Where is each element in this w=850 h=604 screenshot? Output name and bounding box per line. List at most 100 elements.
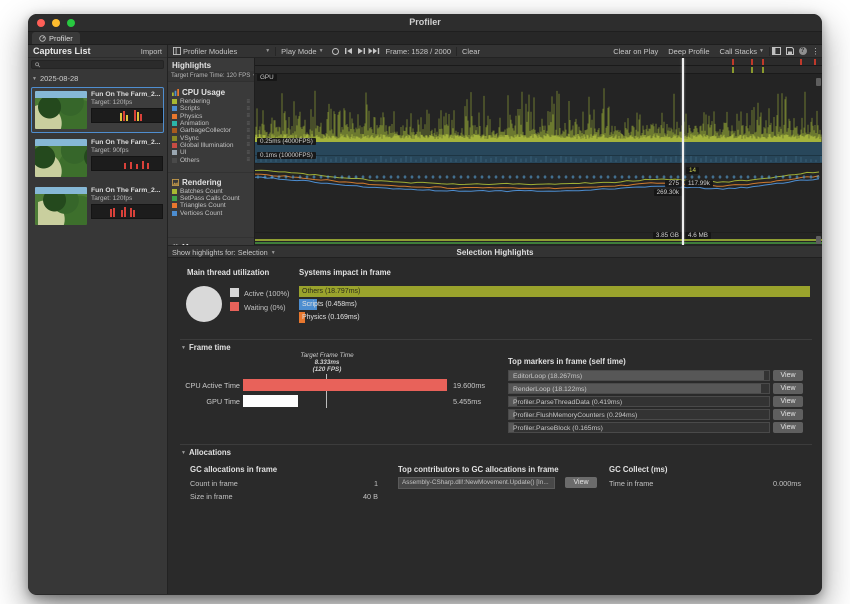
count-in-frame-label: Count in frame [190, 479, 238, 488]
legend-triangles-count[interactable]: Triangles Count [168, 202, 254, 209]
legend-animation[interactable]: Animation≡ [168, 120, 254, 127]
allocations-section-header[interactable]: ▼ Allocations [181, 448, 231, 457]
legend-physics[interactable]: Physics≡ [168, 113, 254, 120]
color-swatch [172, 99, 177, 104]
highlights-cpu-row[interactable]: CPU [255, 58, 822, 66]
drag-handle-icon[interactable]: ≡ [246, 121, 250, 127]
context-menu-button[interactable]: ⋮ [809, 45, 822, 57]
system-bar-scripts[interactable]: Scripts (0.458ms) [299, 299, 810, 310]
main-thread-title: Main thread utilization [187, 268, 269, 277]
legend-vertices-count[interactable]: Vertices Count [168, 210, 254, 217]
target-frame-time-dropdown[interactable]: Target Frame Time: 120 FPS ▼ [168, 71, 254, 82]
tab-profiler[interactable]: Profiler [32, 32, 80, 44]
color-swatch [172, 136, 177, 141]
drag-handle-icon[interactable]: ≡ [246, 99, 250, 105]
window-title: Profiler [28, 17, 822, 27]
drag-handle-icon[interactable]: ≡ [246, 128, 250, 134]
call-stacks-dropdown[interactable]: Call Stacks ▼ [715, 45, 769, 57]
marker-row-parseblock[interactable]: Profiler.ParseBlock (0.165ms) [508, 422, 770, 433]
play-mode-dropdown[interactable]: Play Mode ▼ [276, 45, 328, 57]
legend-rendering[interactable]: Rendering≡ [168, 98, 254, 105]
profiler-modules-dropdown[interactable]: Profiler Modules ▼ [168, 45, 275, 57]
view-button[interactable]: View [565, 477, 597, 488]
system-bar-others[interactable]: Others (18.797ms) [299, 286, 810, 297]
legend-others[interactable]: Others≡ [168, 156, 254, 163]
marker-row-parsethreaddata[interactable]: Profiler.ParseThreadData (0.419ms) [508, 396, 770, 407]
profiler-charts[interactable]: CPU GPU 0.25ms (4000FPS) 0.1ms (10000FPS… [255, 58, 822, 245]
capture-item-3[interactable]: Fun On The Farm_2... Target: 120fps [31, 183, 164, 229]
module-rendering[interactable]: Rendering [168, 175, 254, 188]
legend-ui[interactable]: UI≡ [168, 149, 254, 156]
module-highlights[interactable]: Highlights [168, 58, 254, 71]
search-icon [35, 62, 41, 68]
color-swatch [172, 211, 177, 216]
drag-handle-icon[interactable]: ≡ [246, 135, 250, 141]
help-button[interactable]: ? [796, 45, 809, 57]
systems-impact-title: Systems impact in frame [299, 268, 391, 277]
view-button[interactable]: View [773, 422, 803, 433]
active-swatch [230, 288, 239, 297]
time-in-frame-value: 0.000ms [711, 479, 801, 488]
last-frame-icon [368, 47, 380, 55]
view-button[interactable]: View [773, 383, 803, 394]
legend-vsync[interactable]: VSync≡ [168, 134, 254, 141]
marker-label: EditorLoop (18.267ms) [513, 373, 582, 380]
module-title: CPU Usage [182, 88, 225, 97]
view-button[interactable]: View [773, 396, 803, 407]
next-frame-button[interactable] [355, 45, 368, 57]
marker-row-editorloop[interactable]: EditorLoop (18.267ms) [508, 370, 770, 381]
cpu-usage-band [255, 142, 822, 163]
legend-global-illumination[interactable]: Global Illumination≡ [168, 142, 254, 149]
collapse-triangle-icon: ▼ [181, 450, 186, 456]
frame-time-section-header[interactable]: ▼ Frame time [181, 343, 231, 352]
drag-handle-icon[interactable]: ≡ [246, 142, 250, 148]
current-frame-button[interactable] [368, 45, 381, 57]
system-bar-physics[interactable]: Physics (0.169ms) [299, 312, 810, 323]
top-contributors-title: Top contributors to GC allocations in fr… [398, 465, 559, 474]
show-highlights-for-dropdown[interactable]: Show highlights for: Selection ▼ [172, 248, 276, 257]
import-button[interactable]: Import [141, 47, 162, 56]
legend-scripts[interactable]: Scripts≡ [168, 105, 254, 112]
legend-setpass-calls-count[interactable]: SetPass Calls Count [168, 195, 254, 202]
view-button[interactable]: View [773, 409, 803, 420]
view-button[interactable]: View [773, 370, 803, 381]
module-cpu-usage[interactable]: CPU Usage [168, 85, 254, 98]
marker-value-top: 14 [686, 167, 699, 174]
gpu-time-bar [243, 395, 298, 407]
contributor-item[interactable]: Assembly-CSharp.dll!:NewMovement.Update(… [398, 477, 555, 489]
legend-label: VSync [180, 135, 243, 142]
save-button[interactable] [783, 45, 796, 57]
drag-handle-icon[interactable]: ≡ [246, 113, 250, 119]
count-in-frame-value: 1 [288, 479, 378, 488]
deep-profile-toggle[interactable]: Deep Profile [663, 45, 714, 57]
capture-target: Target: 90fps [91, 147, 160, 154]
highlights-gpu-row[interactable]: GPU [255, 66, 822, 74]
drag-handle-icon[interactable]: ≡ [246, 106, 250, 112]
clear-button[interactable]: Clear [457, 45, 485, 57]
clear-on-play-toggle[interactable]: Clear on Play [608, 45, 663, 57]
legend-garbagecollector[interactable]: GarbageCollector≡ [168, 127, 254, 134]
frame-counter: Frame: 1528 / 2000 [381, 45, 456, 57]
section-title: Allocations [189, 448, 231, 457]
capture-item-1[interactable]: Fun On The Farm_2... Target: 120fps [31, 87, 164, 133]
drag-handle-icon[interactable]: ≡ [246, 150, 250, 156]
record-button[interactable] [329, 45, 342, 57]
band-ticks [255, 142, 822, 163]
memory-value-left: 3.85 GB [653, 232, 682, 239]
current-frame-marker[interactable] [682, 58, 684, 245]
chart-scroll-handle[interactable] [816, 78, 821, 86]
help-icon: ? [799, 47, 807, 55]
previous-frame-button[interactable] [342, 45, 355, 57]
memory-scroll-handle[interactable] [816, 236, 821, 244]
kebab-menu-icon: ⋮ [812, 47, 820, 56]
drag-handle-icon[interactable]: ≡ [246, 157, 250, 163]
capture-item-2[interactable]: Fun On The Farm_2... Target: 90fps [31, 135, 164, 181]
layout-panel-button[interactable] [770, 45, 783, 57]
captures-search[interactable] [31, 60, 164, 69]
legend-batches-count[interactable]: Batches Count [168, 188, 254, 195]
marker-row-flushmemorycounters[interactable]: Profiler.FlushMemoryCounters (0.294ms) [508, 409, 770, 420]
search-input[interactable] [43, 61, 160, 68]
capture-group-header[interactable]: ▼ 2025-08-28 [28, 71, 167, 85]
selection-highlights-bar: Selection Highlights Show highlights for… [168, 245, 822, 258]
marker-row-renderloop[interactable]: RenderLoop (18.122ms) [508, 383, 770, 394]
